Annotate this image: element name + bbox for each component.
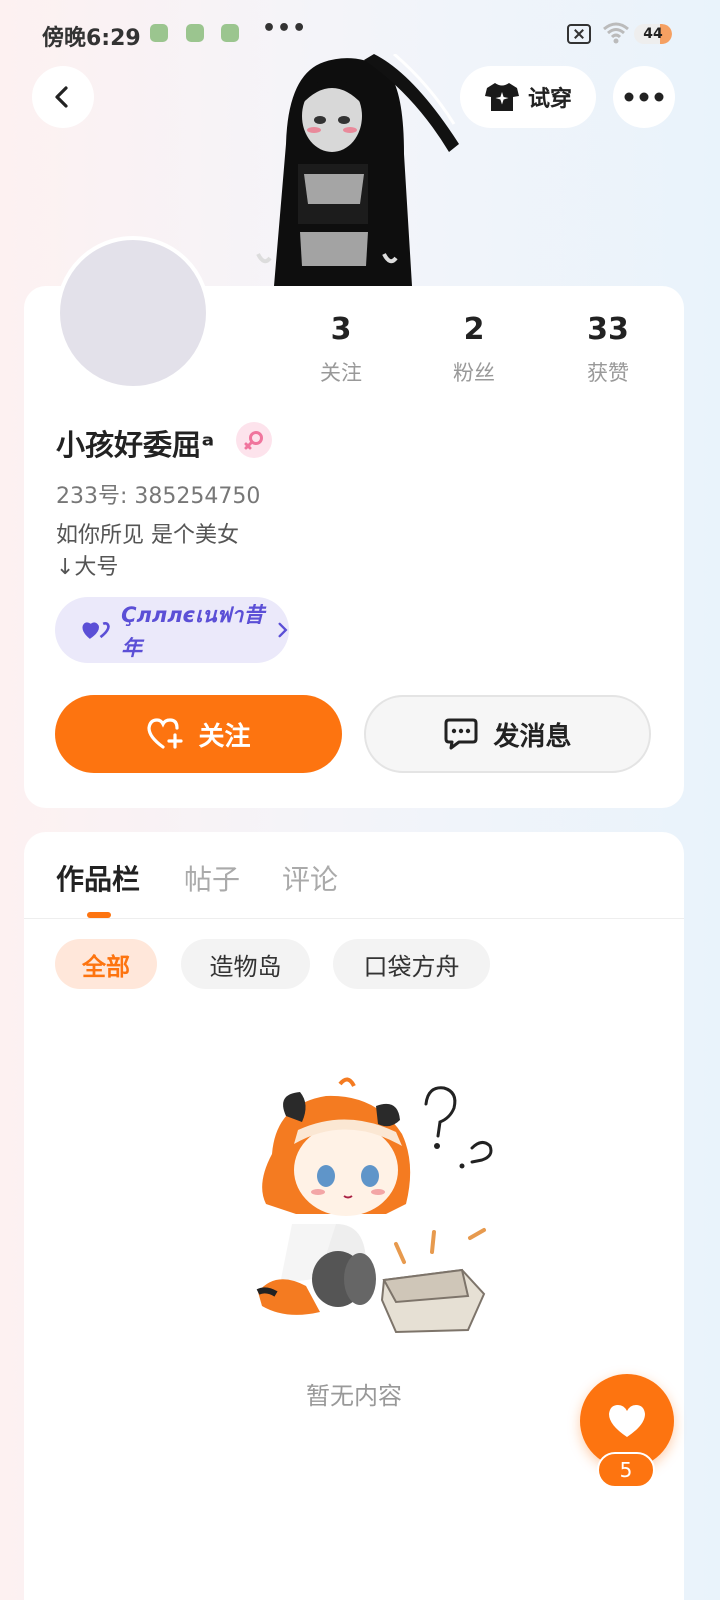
following-count: 3: [330, 312, 352, 347]
empty-state-illustration: [256, 1077, 493, 1334]
try-on-label: 试穿: [527, 87, 572, 112]
bio-line: 如你所见 是个美女: [56, 523, 239, 548]
ellipsis-icon: [624, 92, 664, 102]
guild-name: Ҫлллєเนฟา昔年: [121, 602, 265, 660]
chevron-left-icon: [55, 86, 68, 108]
more-options-button[interactable]: [613, 66, 675, 128]
send-message-label: 发消息: [493, 721, 572, 752]
filter-chip-all[interactable]: 全部: [55, 939, 157, 989]
more-notifications-icon: •••: [262, 16, 308, 41]
follow-label: 关注: [198, 721, 251, 752]
avatar-figure-image: [256, 54, 459, 286]
tab-works[interactable]: 作品栏: [56, 858, 140, 898]
back-button[interactable]: [32, 66, 94, 128]
tab-posts[interactable]: 帖子: [184, 858, 240, 898]
guild-badge-button[interactable]: Ҫлллєเนฟา昔年: [55, 597, 289, 663]
follow-button[interactable]: 关注: [55, 695, 342, 773]
app-notification-icon: [150, 24, 168, 42]
female-gender-icon: [236, 422, 272, 458]
shirt-icon: [484, 83, 519, 111]
sim-off-icon: [567, 24, 591, 44]
bio: 如你所见 是个美女 ↓大号: [56, 520, 239, 584]
heart-plus-icon: [147, 718, 184, 749]
filter-chip-creation-island[interactable]: 造物岛: [181, 939, 310, 989]
status-time: 傍晚6:29: [42, 26, 141, 51]
send-message-button[interactable]: 发消息: [364, 695, 651, 773]
like-count-badge: 5: [597, 1452, 655, 1488]
stat-likes[interactable]: 33 获赞: [558, 312, 658, 387]
heart-icon: [609, 1405, 645, 1437]
chevron-right-icon: [278, 622, 288, 638]
following-label: 关注: [320, 361, 362, 385]
tab-comments[interactable]: 评论: [282, 858, 338, 898]
filter-chip-pocket-ark[interactable]: 口袋方舟: [333, 939, 490, 989]
likes-count: 33: [587, 312, 629, 347]
tab-divider: [24, 918, 684, 919]
try-on-button[interactable]: 试穿: [460, 66, 596, 128]
avatar[interactable]: [56, 236, 210, 390]
followers-label: 粉丝: [453, 361, 495, 385]
wifi-icon: [603, 22, 629, 44]
followers-count: 2: [463, 312, 485, 347]
chat-bubble-icon: [444, 718, 478, 750]
battery-level: 44: [643, 26, 663, 42]
username: 小孩好委屈ᵃ: [56, 428, 215, 462]
battery-icon: 44: [634, 24, 672, 44]
game-notification-icon: [221, 24, 239, 42]
hearts-icon: [82, 621, 110, 639]
bio-line: ↓大号: [56, 555, 119, 580]
stat-following[interactable]: 3 关注: [291, 312, 391, 387]
likes-label: 获赞: [587, 361, 629, 385]
user-id: 233号: 385254750: [56, 484, 261, 509]
app-notification-icon: [186, 24, 204, 42]
stat-followers[interactable]: 2 粉丝: [424, 312, 524, 387]
